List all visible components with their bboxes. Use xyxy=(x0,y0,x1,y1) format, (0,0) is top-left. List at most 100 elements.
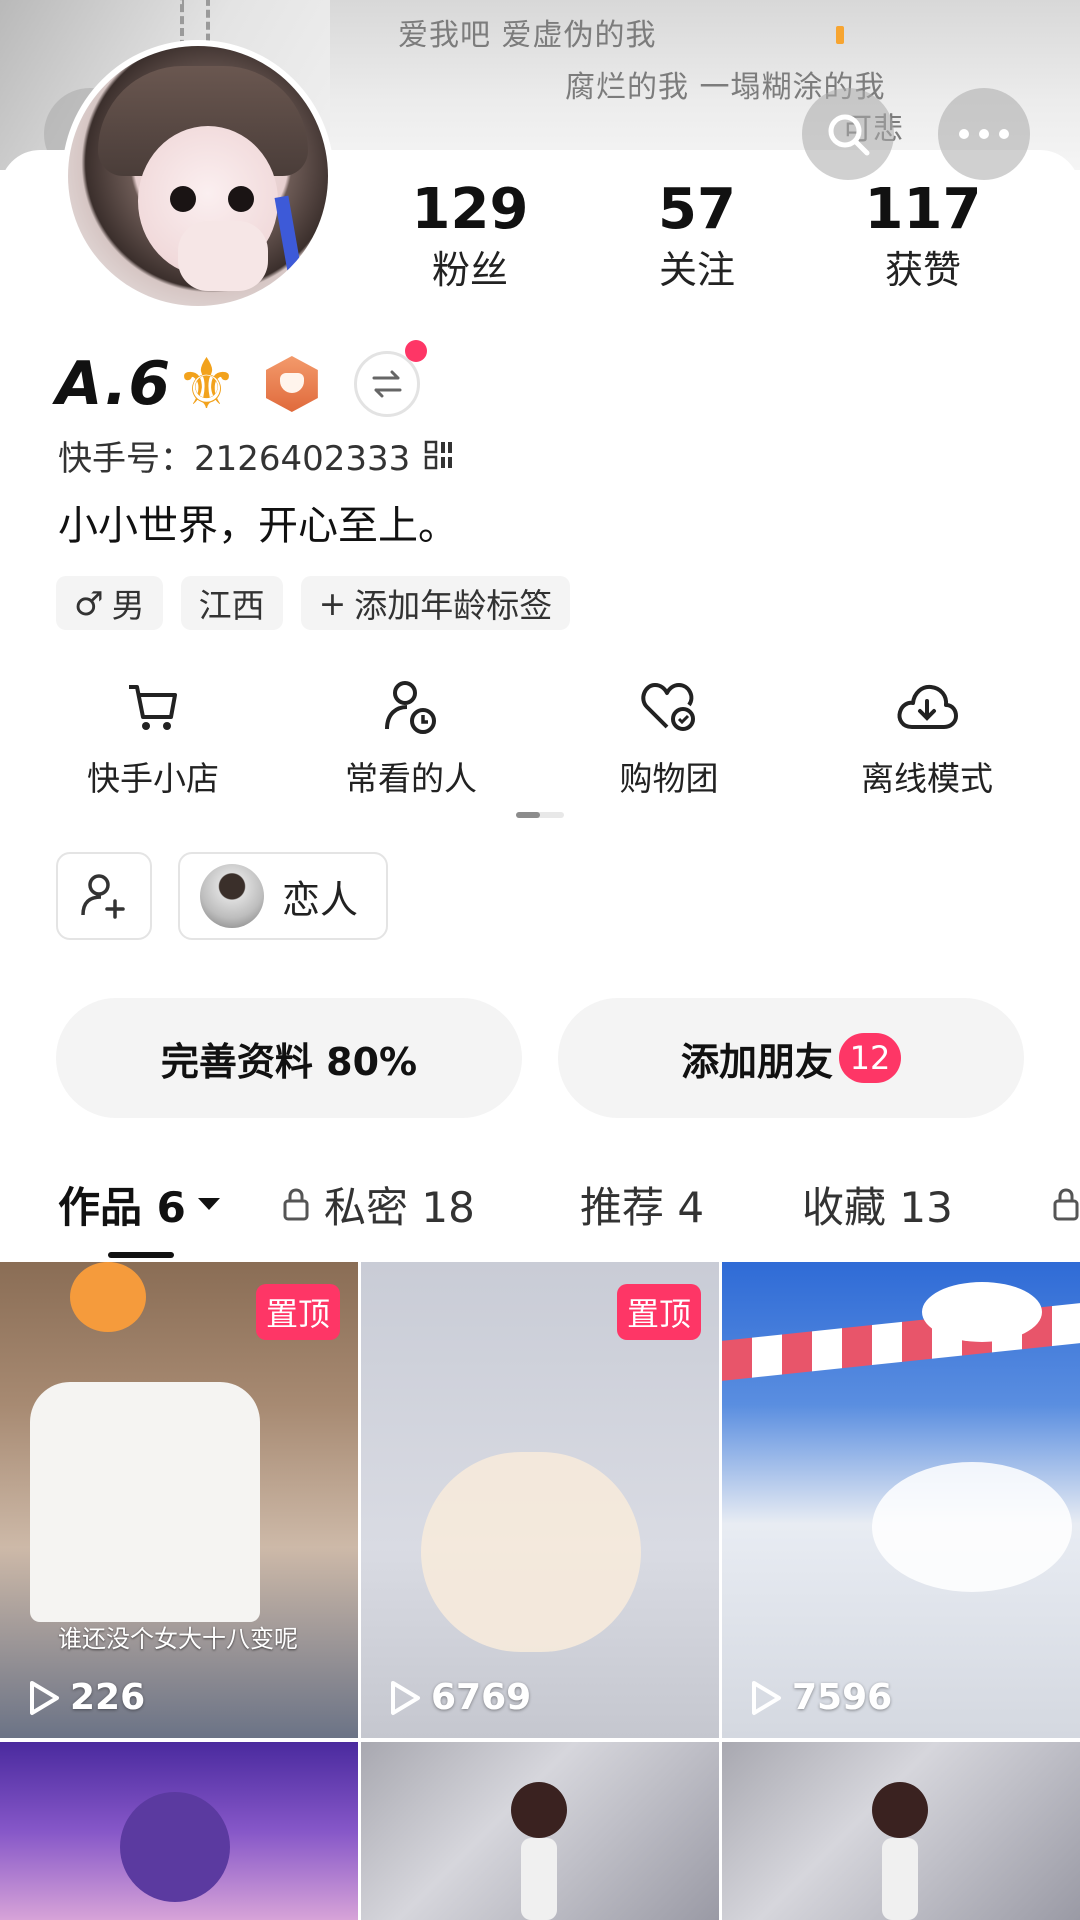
profile-bio[interactable]: 小小世界，开心至上。 xyxy=(58,498,458,554)
content-tabs: 作品 6 私密 18 推荐 4 收藏 13 xyxy=(0,1172,1080,1248)
play-icon xyxy=(389,1680,421,1716)
play-count: 226 xyxy=(28,1677,145,1718)
user-clock-icon xyxy=(385,681,436,734)
caret-down-icon xyxy=(196,1196,222,1212)
play-count: 6769 xyxy=(389,1677,531,1718)
video-caption: 谁还没个女大十八变呢 xyxy=(58,1625,298,1653)
play-count-value: 226 xyxy=(70,1677,146,1718)
name-row: A.6 ⚜ xyxy=(56,340,427,425)
male-icon: ♂ xyxy=(74,583,104,623)
tab-label: 推荐 4 xyxy=(580,1182,705,1232)
thumbnail-illustration xyxy=(421,1452,641,1652)
video-grid: 置顶 谁还没个女大十八变呢 226 置顶 6769 7596 xyxy=(0,1262,1080,1920)
pinned-badge: 置顶 xyxy=(255,1284,340,1340)
lock-icon xyxy=(1052,1187,1080,1221)
cloud-download-icon xyxy=(897,684,958,729)
complete-profile-label: 完善资料 80% xyxy=(160,1039,418,1084)
fleur-de-lis-icon: ⚜ xyxy=(175,343,238,425)
qr-code-icon[interactable] xyxy=(424,440,454,470)
user-id-row[interactable]: 快手号：2126402333 xyxy=(58,430,454,480)
video-thumbnail[interactable]: 置顶 谁还没个女大十八变呢 226 xyxy=(0,1262,358,1738)
friend-request-badge: 12 xyxy=(839,1033,901,1083)
stat-followers[interactable]: 129 粉丝 xyxy=(370,178,570,298)
pinned-badge: 置顶 xyxy=(616,1284,701,1340)
tag-label: 男 xyxy=(111,586,145,625)
tab-recommended[interactable]: 推荐 4 xyxy=(580,1172,704,1236)
lock-icon xyxy=(282,1187,310,1221)
relation-row: 恋人 xyxy=(56,852,389,940)
add-user-icon xyxy=(81,874,125,919)
active-tab-indicator xyxy=(108,1252,174,1258)
thumbnail-illustration xyxy=(882,1838,918,1920)
complete-profile-button[interactable]: 完善资料 80% xyxy=(56,998,522,1118)
shortcut-tools: 快手小店 常看的人 购物团 离线模式 xyxy=(0,676,1080,806)
stat-value: 117 xyxy=(864,177,982,242)
video-thumbnail[interactable]: 置顶 6769 xyxy=(361,1262,719,1738)
plus-icon: + xyxy=(318,583,347,623)
more-horizontal-icon xyxy=(959,129,1009,139)
play-count: 7596 xyxy=(750,1677,892,1718)
avatar-image xyxy=(68,46,328,306)
stat-label: 关注 xyxy=(658,248,735,292)
add-friends-button[interactable]: 添加朋友 12 xyxy=(558,998,1024,1118)
thumbnail-illustration xyxy=(872,1782,928,1838)
notification-dot xyxy=(404,340,427,362)
thumbnail-cloud xyxy=(872,1462,1072,1592)
profile-tags: ♂ 男 江西 + 添加年龄标签 xyxy=(56,576,571,630)
tab-works[interactable]: 作品 6 xyxy=(58,1172,222,1236)
more-button[interactable] xyxy=(938,88,1030,180)
tool-label: 离线模式 xyxy=(861,759,993,798)
avatar[interactable] xyxy=(62,40,334,312)
medal-icon[interactable] xyxy=(265,356,318,412)
cart-icon xyxy=(129,685,177,730)
banner-mark xyxy=(836,26,844,44)
tag-label: 添加年龄标签 xyxy=(354,586,553,625)
add-relation-button[interactable] xyxy=(56,852,152,940)
switch-account-button[interactable] xyxy=(353,340,427,417)
play-count-value: 6769 xyxy=(431,1677,532,1718)
stat-label: 获赞 xyxy=(884,248,961,292)
tab-favorites[interactable]: 收藏 13 xyxy=(802,1172,953,1236)
thumbnail-figure xyxy=(30,1382,260,1622)
tool-kuaishou-shop[interactable]: 快手小店 xyxy=(23,676,283,800)
gender-tag[interactable]: ♂ 男 xyxy=(56,576,163,630)
video-thumbnail[interactable] xyxy=(361,1742,719,1920)
search-icon xyxy=(828,114,870,156)
tool-frequent-people[interactable]: 常看的人 xyxy=(281,676,541,800)
play-count-value: 7596 xyxy=(792,1677,893,1718)
heart-plus-icon xyxy=(641,683,695,731)
stat-value: 129 xyxy=(411,177,529,242)
thumbnail-cloud xyxy=(922,1282,1042,1342)
tool-shopping-group[interactable]: 购物团 xyxy=(539,676,799,800)
swap-icon xyxy=(372,370,402,398)
tool-label: 常看的人 xyxy=(345,759,477,798)
tool-offline-mode[interactable]: 离线模式 xyxy=(797,676,1057,800)
stat-likes[interactable]: 117 获赞 xyxy=(823,178,1023,298)
video-thumbnail[interactable] xyxy=(0,1742,358,1920)
tab-label: 作品 6 xyxy=(58,1182,186,1232)
profile-name: A.6 xyxy=(56,349,172,419)
lover-chip[interactable]: 恋人 xyxy=(178,852,389,940)
tag-label: 江西 xyxy=(198,586,265,625)
location-tag[interactable]: 江西 xyxy=(180,576,283,630)
stat-label: 粉丝 xyxy=(431,248,508,292)
tab-more-locked[interactable] xyxy=(1052,1172,1080,1236)
video-thumbnail[interactable] xyxy=(722,1742,1080,1920)
add-friends-label: 添加朋友 xyxy=(680,1039,833,1084)
play-icon xyxy=(28,1680,60,1716)
thumbnail-illustration xyxy=(120,1792,230,1902)
video-thumbnail[interactable]: 7596 xyxy=(722,1262,1080,1738)
user-id: 快手号：2126402333 xyxy=(58,438,411,479)
add-age-tag-button[interactable]: + 添加年龄标签 xyxy=(300,576,571,630)
lover-label: 恋人 xyxy=(282,877,359,922)
tab-private[interactable]: 私密 18 xyxy=(282,1172,475,1236)
tool-label: 快手小店 xyxy=(87,759,219,798)
emoji-sticker xyxy=(70,1262,146,1332)
tools-page-indicator xyxy=(516,812,564,818)
thumbnail-illustration xyxy=(521,1838,557,1920)
stat-following[interactable]: 57 关注 xyxy=(597,178,797,298)
banner-text-line: 爱我吧 爱虚伪的我 xyxy=(398,18,657,53)
lover-avatar xyxy=(200,864,264,928)
play-icon xyxy=(750,1680,782,1716)
search-button[interactable] xyxy=(802,88,894,180)
